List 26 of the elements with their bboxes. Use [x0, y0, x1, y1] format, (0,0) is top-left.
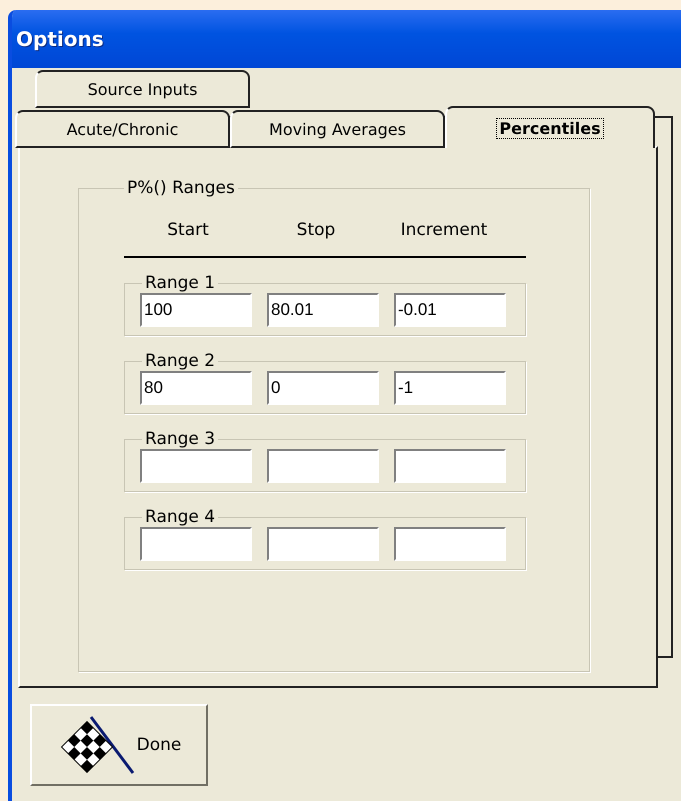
- range-title: Range 1: [144, 273, 216, 293]
- input-field[interactable]: [394, 527, 506, 561]
- input-field[interactable]: [267, 449, 379, 483]
- column-header: Increment: [400, 220, 488, 240]
- input-field[interactable]: [140, 527, 252, 561]
- input-field[interactable]: [394, 449, 506, 483]
- input-field[interactable]: [140, 449, 252, 483]
- input-field[interactable]: 80.01: [267, 293, 379, 327]
- input-field[interactable]: [267, 527, 379, 561]
- input-field[interactable]: -0.01: [394, 293, 506, 327]
- input-field[interactable]: 100: [140, 293, 252, 327]
- tab[interactable]: Percentiles: [445, 106, 655, 148]
- range-title: Range 2: [144, 351, 216, 371]
- tab[interactable]: Acute/Chronic: [15, 110, 230, 148]
- done-button[interactable]: Done: [30, 704, 208, 786]
- group-title: P%() Ranges: [126, 178, 236, 198]
- column-header: Start: [166, 220, 210, 240]
- input-field[interactable]: 0: [267, 371, 379, 405]
- input-field[interactable]: -1: [394, 371, 506, 405]
- range-title: Range 3: [144, 429, 216, 449]
- range-title: Range 4: [144, 507, 216, 527]
- window-title: Options: [12, 10, 681, 68]
- column-header: Stop: [296, 220, 336, 240]
- input-field[interactable]: 80: [140, 371, 252, 405]
- tab[interactable]: Source Inputs: [35, 70, 250, 108]
- tab[interactable]: Moving Averages: [230, 110, 445, 148]
